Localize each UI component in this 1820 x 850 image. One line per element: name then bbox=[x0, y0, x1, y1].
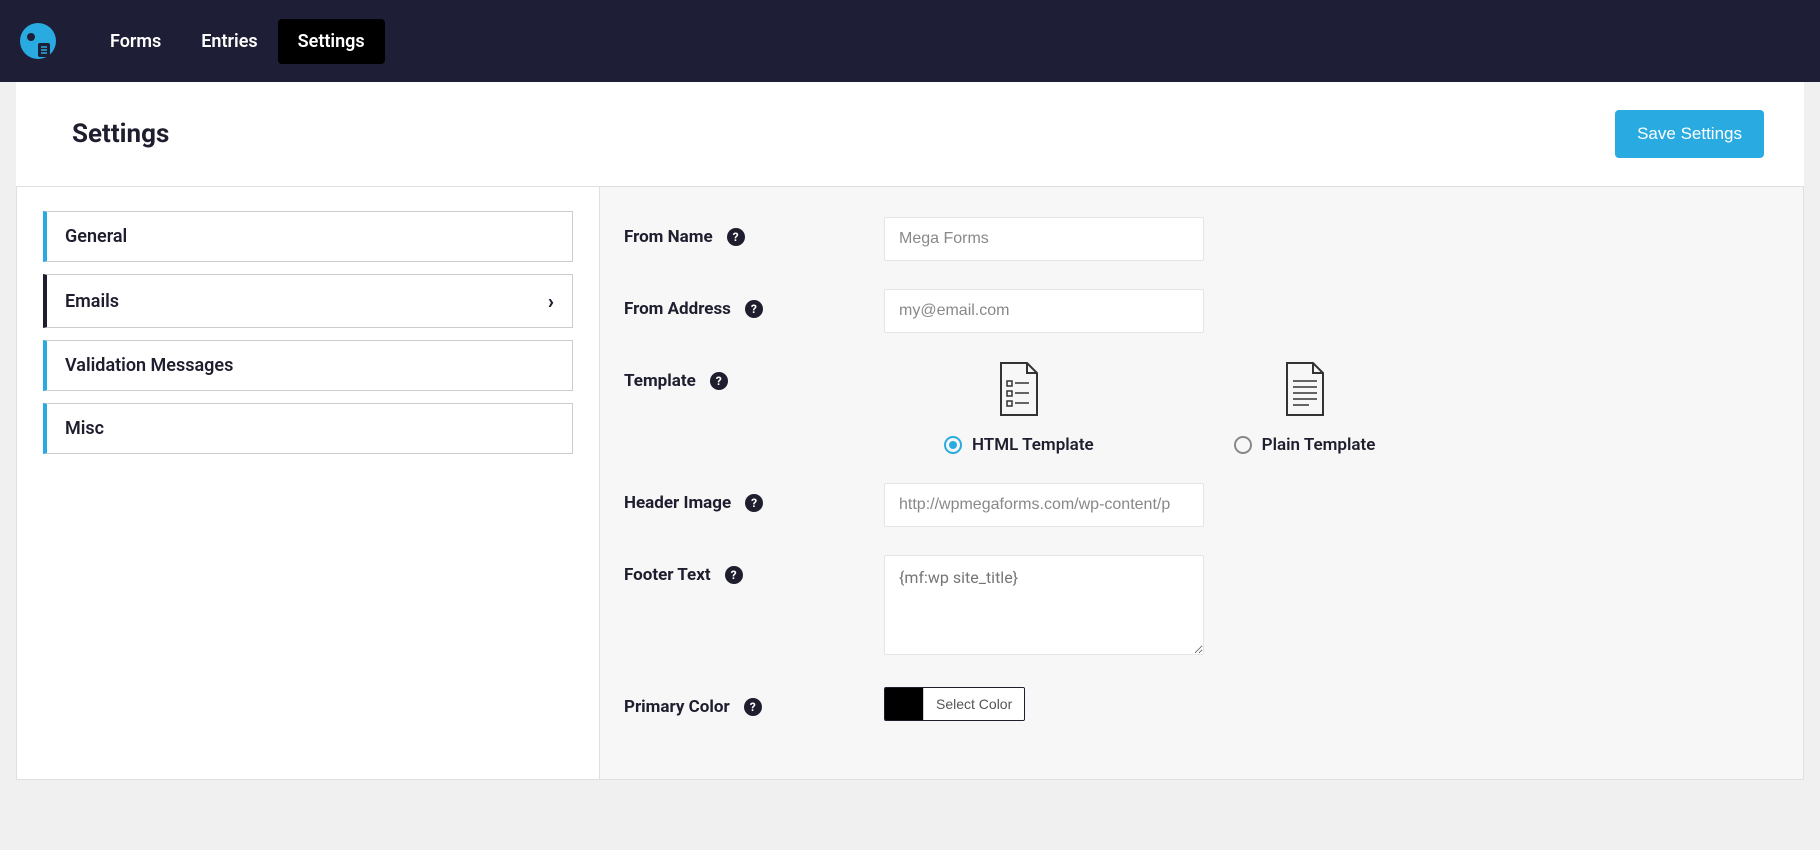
row-header-image: Header Image ? bbox=[624, 483, 1779, 527]
html-template-icon bbox=[997, 361, 1041, 417]
row-from-name: From Name ? bbox=[624, 217, 1779, 261]
radio-row: HTML Template bbox=[944, 435, 1094, 455]
content-area: General Emails › Validation Messages Mis… bbox=[0, 186, 1820, 796]
header-image-input[interactable] bbox=[884, 483, 1204, 527]
help-icon[interactable]: ? bbox=[745, 300, 763, 318]
template-opt-plain: Plain Template bbox=[1234, 361, 1376, 455]
control-col: HTML Template bbox=[884, 361, 1524, 455]
plain-template-icon bbox=[1283, 361, 1327, 417]
chevron-right-icon: › bbox=[548, 289, 554, 313]
control-col bbox=[884, 289, 1524, 333]
nav-entries[interactable]: Entries bbox=[181, 19, 277, 64]
template-options: HTML Template bbox=[884, 361, 1524, 455]
footer-text-input[interactable] bbox=[884, 555, 1204, 655]
sidebar-tab-general[interactable]: General bbox=[43, 211, 573, 262]
label-col: Header Image ? bbox=[624, 483, 884, 513]
from-name-input[interactable] bbox=[884, 217, 1204, 261]
control-col bbox=[884, 555, 1524, 659]
row-primary-color: Primary Color ? Select Color bbox=[624, 687, 1779, 721]
page-title: Settings bbox=[72, 119, 169, 149]
control-col bbox=[884, 217, 1524, 261]
help-icon[interactable]: ? bbox=[710, 372, 728, 390]
sidebar-tab-label: Emails bbox=[65, 291, 119, 312]
control-col: Select Color bbox=[884, 687, 1524, 721]
footer-text-label: Footer Text bbox=[624, 565, 711, 585]
label-col: From Name ? bbox=[624, 217, 884, 247]
row-from-address: From Address ? bbox=[624, 289, 1779, 333]
nav-settings[interactable]: Settings bbox=[278, 19, 385, 64]
app-logo-icon bbox=[16, 19, 60, 63]
radio-row: Plain Template bbox=[1234, 435, 1376, 455]
save-settings-button[interactable]: Save Settings bbox=[1615, 110, 1764, 158]
nav-forms[interactable]: Forms bbox=[90, 19, 181, 64]
label-col: Footer Text ? bbox=[624, 555, 884, 585]
help-icon[interactable]: ? bbox=[744, 698, 762, 716]
sidebar-tab-label: Misc bbox=[65, 418, 104, 439]
row-footer-text: Footer Text ? bbox=[624, 555, 1779, 659]
label-col: From Address ? bbox=[624, 289, 884, 319]
top-nav: Forms Entries Settings bbox=[90, 19, 385, 64]
row-template: Template ? bbox=[624, 361, 1779, 455]
html-template-radio[interactable] bbox=[944, 436, 962, 454]
template-opt-html: HTML Template bbox=[944, 361, 1094, 455]
help-icon[interactable]: ? bbox=[725, 566, 743, 584]
help-icon[interactable]: ? bbox=[745, 494, 763, 512]
settings-panel: From Name ? From Address ? Template ? bbox=[600, 186, 1804, 780]
from-address-input[interactable] bbox=[884, 289, 1204, 333]
sidebar-tab-label: Validation Messages bbox=[65, 355, 233, 376]
plain-template-label: Plain Template bbox=[1262, 435, 1376, 455]
top-bar: Forms Entries Settings bbox=[0, 0, 1820, 82]
settings-sidebar: General Emails › Validation Messages Mis… bbox=[16, 186, 600, 780]
page-header: Settings Save Settings bbox=[16, 82, 1804, 186]
label-col: Primary Color ? bbox=[624, 687, 884, 717]
sidebar-tab-label: General bbox=[65, 226, 127, 247]
radio-inner bbox=[949, 441, 957, 449]
color-picker: Select Color bbox=[884, 687, 1025, 721]
sidebar-tab-misc[interactable]: Misc bbox=[43, 403, 573, 454]
label-col: Template ? bbox=[624, 361, 884, 391]
template-label: Template bbox=[624, 371, 696, 391]
plain-template-radio[interactable] bbox=[1234, 436, 1252, 454]
html-template-label: HTML Template bbox=[972, 435, 1094, 455]
from-name-label: From Name bbox=[624, 227, 713, 247]
sidebar-tab-validation[interactable]: Validation Messages bbox=[43, 340, 573, 391]
from-address-label: From Address bbox=[624, 299, 731, 319]
primary-color-label: Primary Color bbox=[624, 697, 730, 717]
control-col bbox=[884, 483, 1524, 527]
help-icon[interactable]: ? bbox=[727, 228, 745, 246]
sidebar-tab-emails[interactable]: Emails › bbox=[43, 274, 573, 328]
color-swatch[interactable] bbox=[885, 688, 923, 720]
select-color-button[interactable]: Select Color bbox=[923, 688, 1024, 720]
header-image-label: Header Image bbox=[624, 493, 731, 513]
